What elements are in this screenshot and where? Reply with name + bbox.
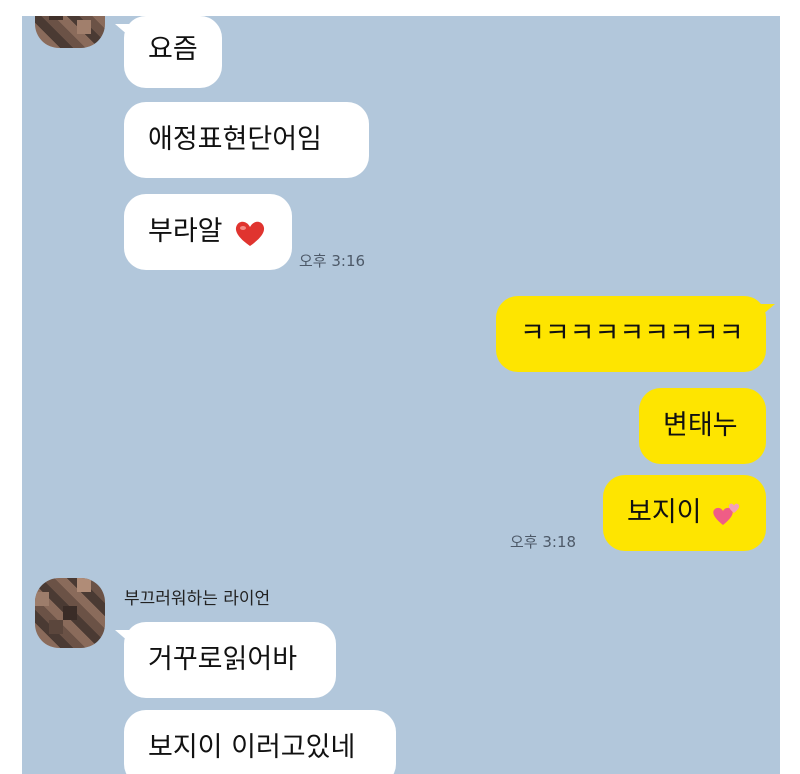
message-text: 보지이 이러고있네 (148, 732, 356, 763)
incoming-message[interactable]: 부라알 (124, 194, 292, 270)
message-text: 거꾸로읽어바 (148, 644, 298, 675)
heart-icon (236, 221, 265, 246)
message-text: 애정표현단어임 (148, 124, 322, 155)
outgoing-message[interactable]: ㅋㅋㅋㅋㅋㅋㅋㅋㅋ (496, 296, 775, 372)
incoming-message[interactable]: 거꾸로읽어바 (115, 622, 336, 698)
avatar-top[interactable] (35, 16, 105, 48)
incoming-message[interactable]: 요즘 (115, 16, 222, 88)
chat-room: 요즘 애정표현단어임 부라알 오후 3:16 ㅋㅋㅋㅋㅋㅋㅋㅋㅋ 변태누 보지이… (22, 16, 780, 774)
message-text: 부라알 (148, 216, 223, 247)
sender-name: 부끄러워하는 라이언 (124, 589, 271, 609)
message-time: 오후 3:18 (510, 533, 577, 551)
message-text: 변태누 (663, 410, 738, 441)
incoming-message[interactable]: 보지이 이러고있네 (124, 710, 396, 774)
incoming-message[interactable]: 애정표현단어임 (124, 102, 369, 178)
outgoing-message[interactable]: 보지이 (603, 475, 766, 551)
two-hearts-icon (713, 503, 740, 525)
outgoing-message[interactable]: 변태누 (639, 388, 766, 464)
message-text: 보지이 (627, 497, 702, 528)
avatar-sender[interactable] (35, 578, 105, 648)
message-time: 오후 3:16 (299, 252, 366, 270)
message-text: 요즘 (148, 34, 198, 65)
message-text: ㅋㅋㅋㅋㅋㅋㅋㅋㅋ (520, 318, 744, 349)
